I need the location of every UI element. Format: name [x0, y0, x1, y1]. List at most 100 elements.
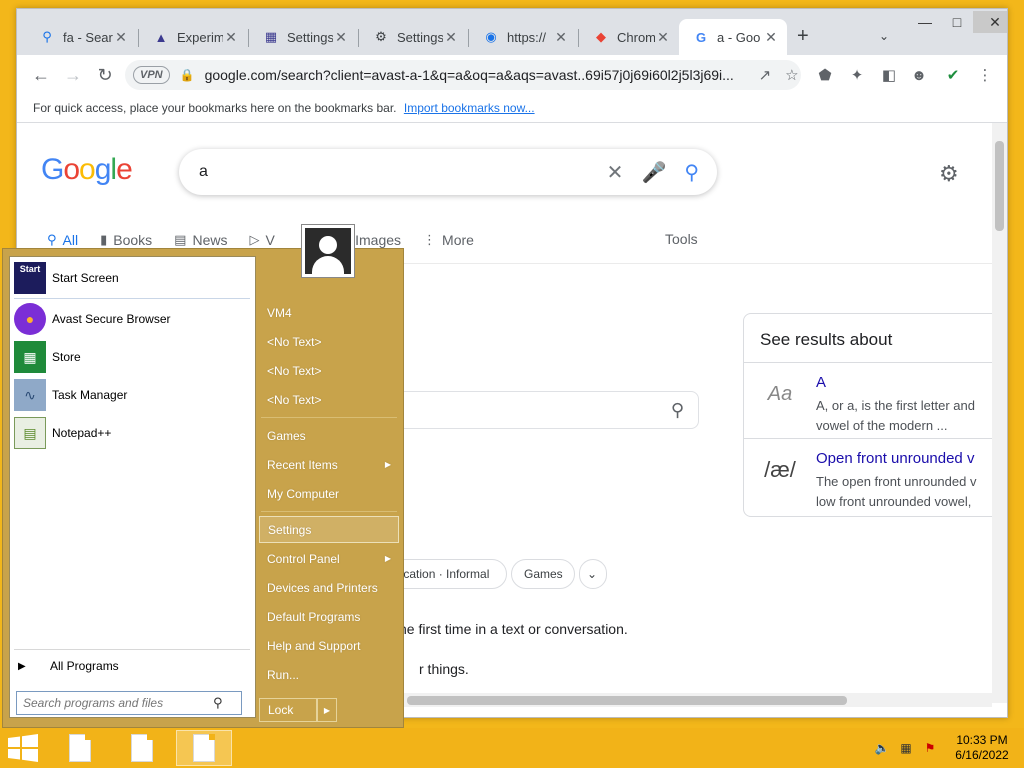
- tab-6[interactable]: ◆ Chrome ✕: [579, 19, 679, 55]
- menu-item-games[interactable]: Games: [259, 422, 399, 449]
- search-icon: ⚲: [47, 232, 57, 247]
- shield-check-icon[interactable]: ✔: [943, 65, 963, 85]
- tab-1[interactable]: ⚲ fa - Sear ✕: [25, 19, 137, 55]
- system-clock[interactable]: 10:33 PM 6/16/2022: [952, 733, 1012, 763]
- lock-icon[interactable]: 🔒: [180, 68, 195, 82]
- search-programs-input[interactable]: [17, 696, 213, 710]
- menu-item-label: Control Panel: [267, 551, 340, 566]
- profile-avatar-icon[interactable]: ☻: [909, 65, 929, 85]
- import-bookmarks-link[interactable]: Import bookmarks now...: [404, 101, 535, 115]
- menu-item-vm4[interactable]: VM4: [259, 299, 399, 326]
- kp-item-name[interactable]: Open front unrounded v: [816, 450, 974, 467]
- clear-icon[interactable]: ✕: [607, 160, 624, 185]
- pinned-store[interactable]: ▦ Store: [14, 339, 250, 375]
- all-programs-button[interactable]: ▶ All Programs: [18, 655, 248, 677]
- logo-letter: o: [79, 153, 96, 186]
- browser-toolbar: ← → ↻ VPN 🔒 google.com/search?client=ava…: [17, 55, 1007, 95]
- close-icon[interactable]: ✕: [443, 29, 459, 46]
- google-logo[interactable]: Google: [41, 153, 133, 187]
- tab-more[interactable]: ⋮ More: [423, 223, 474, 257]
- kp-desc-line: vowel of the modern ...: [816, 418, 948, 433]
- close-window-button[interactable]: ✕: [973, 11, 1007, 33]
- action-center-flag-icon[interactable]: ⚑: [922, 740, 938, 756]
- divider: [744, 362, 992, 363]
- menu-item-devices-and-printers[interactable]: Devices and Printers: [259, 574, 399, 601]
- search-icon[interactable]: ⚲: [671, 400, 684, 421]
- taskbar-app-document[interactable]: [114, 730, 170, 766]
- tools-button[interactable]: Tools: [665, 231, 698, 247]
- minimize-button[interactable]: —: [909, 11, 941, 33]
- scrollbar-thumb[interactable]: [995, 141, 1004, 231]
- url-text[interactable]: google.com/search?client=avast-a-1&q=a&o…: [205, 67, 745, 83]
- google-search-box[interactable]: a ✕ 🎤 ⚲: [179, 149, 717, 195]
- pinned-notepad-plus-plus[interactable]: ▤ Notepad++: [14, 415, 250, 451]
- kp-item-name[interactable]: A: [816, 374, 826, 391]
- taskbar-app-document[interactable]: [52, 730, 108, 766]
- windows-start-button[interactable]: [8, 734, 38, 762]
- kp-item-a[interactable]: Aa A A, or a, is the first letter and vow…: [760, 368, 992, 438]
- menu-item-recent-items[interactable]: Recent Items ▶: [259, 451, 399, 478]
- chevron-down-icon[interactable]: ⌄: [579, 559, 607, 589]
- adblock-extension-icon[interactable]: ⬟: [815, 65, 835, 85]
- side-panel-icon[interactable]: ◧: [879, 65, 899, 85]
- menu-item-no-text-2[interactable]: <No Text>: [259, 357, 399, 384]
- close-icon[interactable]: ✕: [655, 29, 671, 46]
- lock-options-arrow-icon[interactable]: ▶: [317, 698, 337, 722]
- pinned-task-manager[interactable]: ∿ Task Manager: [14, 377, 250, 413]
- pinned-start-screen[interactable]: Start Start Screen: [14, 260, 250, 296]
- network-icon[interactable]: ▦: [898, 740, 914, 756]
- tab-7-active[interactable]: G a - Goo ✕: [679, 19, 787, 55]
- back-arrow-icon[interactable]: ←: [29, 63, 53, 87]
- search-icon[interactable]: ⚲: [684, 160, 699, 185]
- share-icon[interactable]: ↗: [759, 66, 772, 84]
- menu-item-no-text-3[interactable]: <No Text>: [259, 386, 399, 413]
- menu-item-my-computer[interactable]: My Computer: [259, 480, 399, 507]
- document-icon: [69, 734, 91, 762]
- user-account-tile[interactable]: [301, 224, 355, 278]
- settings-page-icon: ▦: [264, 29, 278, 44]
- pinned-avast-secure-browser[interactable]: ● Avast Secure Browser: [14, 301, 250, 337]
- tab-4[interactable]: ⚙ Settings ✕: [359, 19, 467, 55]
- scrollbar-thumb[interactable]: [407, 696, 847, 705]
- address-bar[interactable]: VPN 🔒 google.com/search?client=avast-a-1…: [125, 60, 801, 90]
- tab-title: fa - Sear: [63, 29, 113, 45]
- menu-item-no-text-1[interactable]: <No Text>: [259, 328, 399, 355]
- search-query[interactable]: a: [199, 163, 607, 181]
- menu-item-control-panel[interactable]: Control Panel ▶: [259, 545, 399, 572]
- kp-desc-line: A, or a, is the first letter and: [816, 398, 975, 413]
- gear-icon[interactable]: ⚙: [939, 161, 959, 187]
- new-tab-button[interactable]: +: [797, 25, 809, 48]
- vertical-scrollbar[interactable]: [992, 123, 1007, 703]
- kebab-menu-icon[interactable]: ⋮: [975, 65, 995, 85]
- extensions-puzzle-icon[interactable]: ✦: [847, 65, 867, 85]
- dictionary-search-box[interactable]: ⚲: [397, 391, 699, 429]
- lock-button[interactable]: Lock: [259, 698, 317, 722]
- bookmark-star-icon[interactable]: ☆: [785, 66, 798, 84]
- vpn-badge[interactable]: VPN: [133, 66, 170, 84]
- microphone-icon[interactable]: 🎤: [641, 160, 666, 185]
- volume-muted-icon[interactable]: 🔈: [874, 740, 890, 756]
- maximize-button[interactable]: □: [941, 11, 973, 33]
- start-search-box[interactable]: ⚲: [16, 691, 242, 715]
- tab-3[interactable]: ▦ Settings ✕: [249, 19, 357, 55]
- menu-item-settings[interactable]: Settings: [259, 516, 399, 543]
- close-icon[interactable]: ✕: [223, 29, 239, 46]
- search-icon: ⚲: [42, 29, 52, 44]
- close-icon[interactable]: ✕: [333, 29, 349, 46]
- close-icon[interactable]: ✕: [113, 29, 129, 46]
- menu-item-help-and-support[interactable]: Help and Support: [259, 632, 399, 659]
- taskbar-app-document-active[interactable]: [176, 730, 232, 766]
- menu-item-run[interactable]: Run...: [259, 661, 399, 688]
- tab-search-chevron-icon[interactable]: ⌄: [879, 29, 889, 43]
- reload-icon[interactable]: ↻: [93, 63, 117, 87]
- menu-item-default-programs[interactable]: Default Programs: [259, 603, 399, 630]
- forward-arrow-icon[interactable]: →: [61, 63, 85, 87]
- tab-2[interactable]: ▲ Experim ✕: [139, 19, 247, 55]
- search-icon[interactable]: ⚲: [213, 695, 223, 711]
- close-icon[interactable]: ✕: [553, 29, 569, 46]
- tab-label: Images: [355, 232, 402, 248]
- tab-5[interactable]: ◉ https:// ✕: [469, 19, 577, 55]
- chip-games[interactable]: Games: [511, 559, 575, 589]
- close-icon[interactable]: ✕: [763, 29, 779, 46]
- kp-item-open-front-unrounded-vowel[interactable]: /æ/ Open front unrounded v The open fron…: [760, 444, 992, 514]
